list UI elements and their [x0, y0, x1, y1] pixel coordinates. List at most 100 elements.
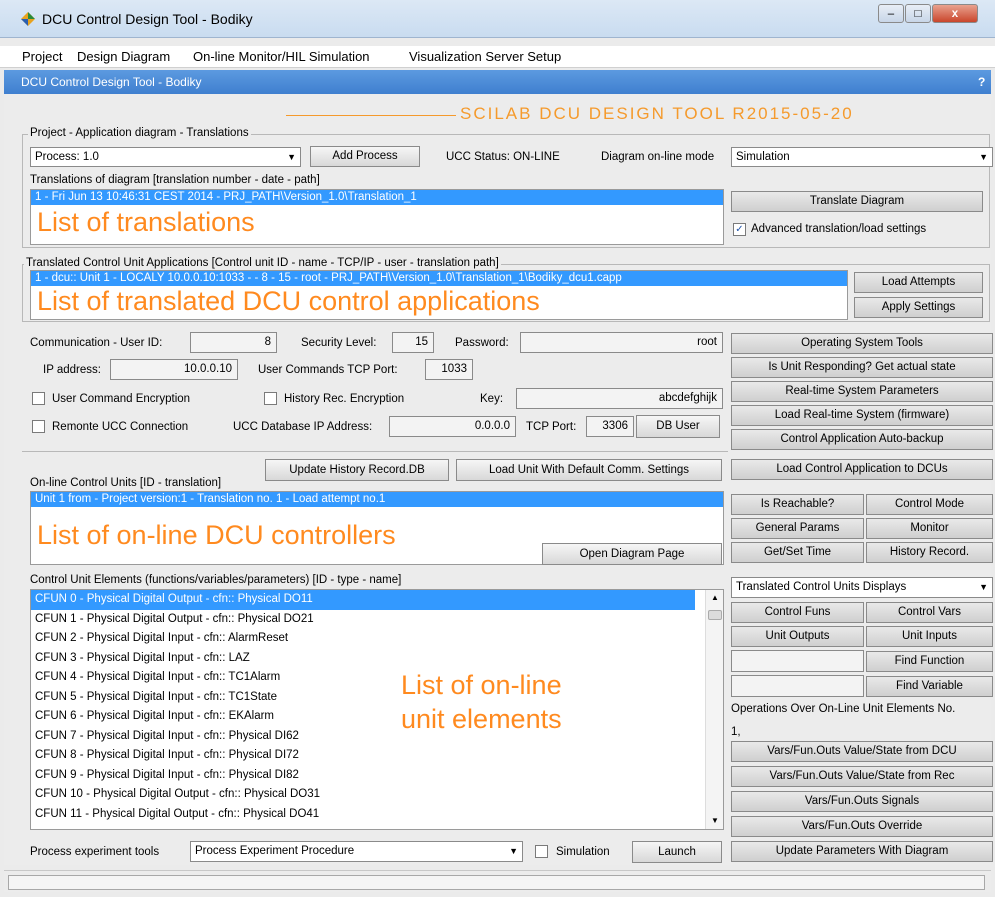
process-select[interactable]: Process: 1.0 ▼: [30, 147, 301, 167]
displays-select[interactable]: Translated Control Units Displays ▼: [731, 577, 993, 598]
find-function-input[interactable]: [731, 650, 864, 672]
ip-address-field[interactable]: 10.0.0.10: [110, 359, 238, 380]
chevron-down-icon: ▼: [979, 582, 988, 592]
auto-backup-button[interactable]: Control Application Auto-backup: [731, 429, 993, 450]
key-label: Key:: [480, 393, 504, 405]
scroll-down-icon[interactable]: ▼: [711, 816, 719, 825]
element-row[interactable]: CFUN 9 - Physical Digital Input - cfn:: …: [31, 766, 723, 786]
load-control-app-button[interactable]: Load Control Application to DCUs: [731, 459, 993, 480]
control-mode-button[interactable]: Control Mode: [866, 494, 993, 515]
procedure-select-value: Process Experiment Procedure: [195, 845, 355, 857]
menu-visualization-server[interactable]: Visualization Server Setup: [409, 49, 561, 64]
procedure-select[interactable]: Process Experiment Procedure ▼: [190, 841, 523, 862]
element-row[interactable]: CFUN 7 - Physical Digital Input - cfn:: …: [31, 727, 723, 747]
translation-row[interactable]: 1 - Fri Jun 13 10:46:31 CEST 2014 - PRJ_…: [31, 190, 723, 205]
elements-scrollbar[interactable]: ▲ ▼: [705, 590, 723, 829]
menu-online-monitor[interactable]: On-line Monitor/HIL Simulation: [193, 49, 370, 64]
find-variable-input[interactable]: [731, 675, 864, 697]
minimize-button[interactable]: –: [878, 4, 904, 23]
online-unit-row[interactable]: Unit 1 from - Project version:1 - Transl…: [31, 492, 723, 507]
maximize-button[interactable]: □: [905, 4, 931, 23]
db-user-button[interactable]: DB User: [636, 415, 720, 438]
scroll-thumb[interactable]: [708, 610, 722, 620]
db-port-label: TCP Port:: [526, 421, 577, 433]
simulation-checkbox[interactable]: [535, 845, 548, 858]
values-from-rec-button[interactable]: Vars/Fun.Outs Value/State from Rec: [731, 766, 993, 787]
password-label: Password:: [455, 337, 509, 349]
element-row[interactable]: CFUN 6 - Physical Digital Input - cfn:: …: [31, 707, 723, 727]
displays-select-value: Translated Control Units Displays: [736, 581, 907, 593]
app-row[interactable]: 1 - dcu:: Unit 1 - LOCALY 10.0.0.10:1033…: [31, 271, 847, 286]
apps-list[interactable]: 1 - dcu:: Unit 1 - LOCALY 10.0.0.10:1033…: [30, 270, 848, 320]
scroll-up-icon[interactable]: ▲: [711, 593, 719, 602]
signals-button[interactable]: Vars/Fun.Outs Signals: [731, 791, 993, 812]
find-variable-button[interactable]: Find Variable: [866, 676, 993, 697]
find-function-button[interactable]: Find Function: [866, 651, 993, 672]
general-params-button[interactable]: General Params: [731, 518, 864, 539]
operating-system-tools-button[interactable]: Operating System Tools: [731, 333, 993, 354]
elements-list[interactable]: CFUN 0 - Physical Digital Output - cfn::…: [30, 589, 724, 830]
key-field[interactable]: abcdefghijk: [516, 388, 723, 409]
security-level-field[interactable]: 15: [392, 332, 434, 353]
control-vars-button[interactable]: Control Vars: [866, 602, 993, 623]
divider: [22, 451, 728, 452]
load-firmware-button[interactable]: Load Real-time System (firmware): [731, 405, 993, 426]
unit-inputs-button[interactable]: Unit Inputs: [866, 626, 993, 647]
advanced-settings-checkbox[interactable]: ✓: [733, 223, 746, 236]
help-icon[interactable]: ?: [978, 75, 985, 89]
monitor-button[interactable]: Monitor: [866, 518, 993, 539]
remote-ucc-label: Remonte UCC Connection: [52, 421, 189, 433]
is-reachable-button[interactable]: Is Reachable?: [731, 494, 864, 515]
element-row[interactable]: CFUN 2 - Physical Digital Input - cfn:: …: [31, 629, 723, 649]
update-parameters-button[interactable]: Update Parameters With Diagram: [731, 841, 993, 862]
ucc-status: UCC Status: ON-LINE: [446, 151, 560, 163]
db-ip-field[interactable]: 0.0.0.0: [389, 416, 516, 437]
update-history-button[interactable]: Update History Record.DB: [265, 459, 449, 481]
history-record-button[interactable]: History Record.: [866, 542, 993, 563]
element-row[interactable]: CFUN 3 - Physical Digital Input - cfn:: …: [31, 649, 723, 669]
simulation-label: Simulation: [556, 846, 610, 858]
user-encryption-label: User Command Encryption: [52, 393, 191, 405]
element-row[interactable]: CFUN 1 - Physical Digital Output - cfn::…: [31, 610, 723, 630]
translations-list[interactable]: 1 - Fri Jun 13 10:46:31 CEST 2014 - PRJ_…: [30, 189, 724, 245]
apply-settings-button[interactable]: Apply Settings: [854, 297, 983, 318]
load-default-settings-button[interactable]: Load Unit With Default Comm. Settings: [456, 459, 722, 481]
element-row[interactable]: CFUN 0 - Physical Digital Output - cfn::…: [31, 590, 695, 610]
control-funs-button[interactable]: Control Funs: [731, 602, 864, 623]
user-encryption-checkbox[interactable]: [32, 392, 45, 405]
subtitle-bar: DCU Control Design Tool - Bodiky ?: [4, 70, 991, 94]
unit-outputs-button[interactable]: Unit Outputs: [731, 626, 864, 647]
elements-label: Control Unit Elements (functions/variabl…: [30, 574, 402, 586]
override-button[interactable]: Vars/Fun.Outs Override: [731, 816, 993, 837]
history-encryption-checkbox[interactable]: [264, 392, 277, 405]
experiment-tools-label: Process experiment tools: [30, 846, 160, 858]
db-ip-label: UCC Database IP Address:: [233, 421, 373, 433]
password-field[interactable]: root: [520, 332, 723, 353]
menu-project[interactable]: Project: [22, 49, 62, 64]
subtitle-text: DCU Control Design Tool - Bodiky: [21, 75, 202, 89]
element-row[interactable]: CFUN 10 - Physical Digital Output - cfn:…: [31, 785, 723, 805]
menu-design-diagram[interactable]: Design Diagram: [77, 49, 170, 64]
apps-group-label: Translated Control Unit Applications [Co…: [24, 257, 501, 269]
user-id-field[interactable]: 8: [190, 332, 277, 353]
db-port-field[interactable]: 3306: [586, 416, 634, 437]
open-diagram-page-button[interactable]: Open Diagram Page: [542, 543, 722, 565]
realtime-params-button[interactable]: Real-time System Parameters: [731, 381, 993, 402]
unit-responding-button[interactable]: Is Unit Responding? Get actual state: [731, 357, 993, 378]
get-set-time-button[interactable]: Get/Set Time: [731, 542, 864, 563]
element-row[interactable]: CFUN 4 - Physical Digital Input - cfn:: …: [31, 668, 723, 688]
diagram-mode-select[interactable]: Simulation ▼: [731, 147, 993, 167]
translations-label: Translations of diagram [translation num…: [30, 174, 320, 186]
close-button[interactable]: x: [932, 4, 978, 23]
tcp-port-field[interactable]: 1033: [425, 359, 473, 380]
add-process-button[interactable]: Add Process: [310, 146, 420, 167]
load-attempts-button[interactable]: Load Attempts: [854, 272, 983, 293]
element-row[interactable]: CFUN 11 - Physical Digital Output - cfn:…: [31, 805, 723, 825]
translate-diagram-button[interactable]: Translate Diagram: [731, 191, 983, 212]
element-row[interactable]: CFUN 8 - Physical Digital Input - cfn:: …: [31, 746, 723, 766]
values-from-dcu-button[interactable]: Vars/Fun.Outs Value/State from DCU: [731, 741, 993, 762]
launch-button[interactable]: Launch: [632, 841, 722, 863]
element-row[interactable]: CFUN 5 - Physical Digital Input - cfn:: …: [31, 688, 723, 708]
app-logo-icon: [20, 11, 36, 27]
remote-ucc-checkbox[interactable]: [32, 420, 45, 433]
